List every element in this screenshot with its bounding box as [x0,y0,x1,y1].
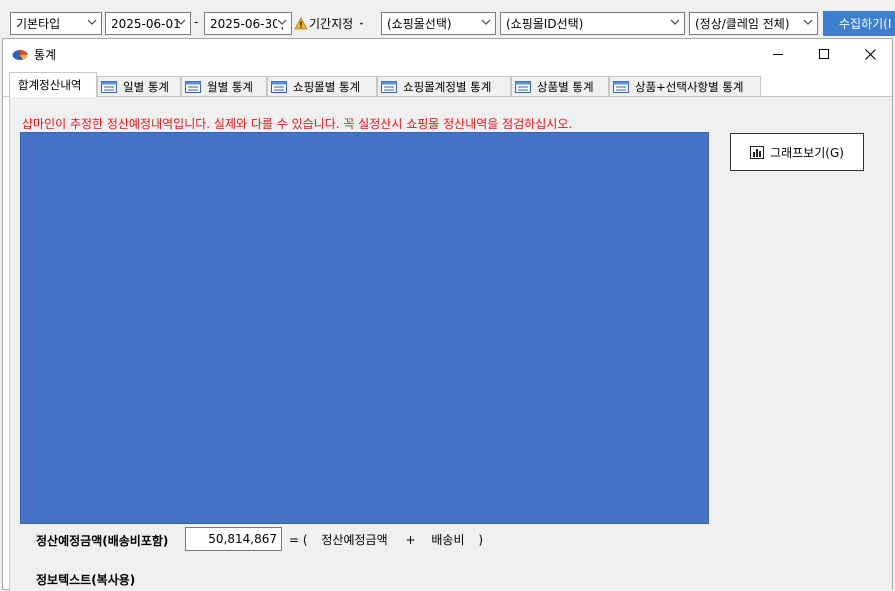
date-from-value: 2025-06-01 [111,16,181,31]
table-icon [613,80,629,93]
statistics-window: 통계 합계정산내역 일별 통계 월별 통계 쇼핑몰별 통계 쇼핑몰계정별 통계 … [2,38,893,591]
tab-total-settlement[interactable]: 합계정산내역 [9,72,97,97]
date-from-picker[interactable]: 2025-06-01 [105,12,191,35]
table-icon [515,80,531,93]
table-icon [101,80,117,93]
table-icon [271,80,287,93]
settlement-amount-label: 정산예정금액(배송비포함) [36,534,169,548]
period-select-button[interactable]: 기간지정 [294,12,364,35]
tab-mall-stats[interactable]: 쇼핑몰별 통계 [267,76,377,96]
date-to-value: 2025-06-30( [210,16,285,31]
settlement-display-area [20,132,709,524]
formula-term-settlement: 정산예정금액 [321,533,388,547]
warning-icon [294,17,308,30]
minimize-button[interactable] [755,39,801,69]
chevron-down-icon [670,17,680,27]
chevron-down-icon [87,17,97,27]
tab-label: 일별 통계 [123,79,169,94]
formula-term-shipping: 배송비 [431,533,465,547]
bar-chart-icon [750,145,765,159]
tab-daily-stats[interactable]: 일별 통계 [97,76,181,96]
settlement-warning-text: 샵마인이 추정한 정산예정내역입니다. 실제와 다를 수 있습니다. 꼭 실정산… [22,117,573,131]
chevron-down-icon [176,17,186,27]
formula-plus: + [405,533,416,547]
tab-product-option-stats[interactable]: 상품+선택사항별 통계 [609,76,761,96]
type-select[interactable]: 기본타입 [10,12,102,35]
graph-view-button[interactable]: 그래프보기(G) [730,133,864,171]
period-label: 기간지정 [309,17,354,31]
amount-formula: = ( 정산예정금액 + 배송비 ) [289,531,493,548]
close-icon [864,48,876,60]
chevron-down-icon [803,17,813,27]
minimize-icon [773,54,783,55]
tab-label: 쇼핑몰별 통계 [293,79,361,94]
mall-id-select-value: (쇼핑몰ID선택) [506,17,584,31]
title-bar: 통계 [3,39,892,69]
info-text-label: 정보텍스트(복사용) [36,573,136,587]
mall-id-select[interactable]: (쇼핑몰ID선택) [500,12,685,35]
tab-mall-account-stats[interactable]: 쇼핑몰계정별 통계 [377,76,511,96]
formula-open: = ( [289,533,308,547]
date-to-picker[interactable]: 2025-06-30( [204,12,292,35]
tab-label: 상품+선택사항별 통계 [635,79,744,94]
mall-select[interactable]: (쇼핑몰선택) [381,12,496,35]
graph-button-label: 그래프보기(G) [770,145,844,160]
status-select[interactable]: (정상/클레임 전체) [689,12,818,35]
collect-button[interactable]: 수집하기(I [823,11,895,36]
mall-select-value: (쇼핑몰선택) [387,17,452,31]
tab-label: 상품별 통계 [537,79,594,94]
tab-label: 월별 통계 [207,79,253,94]
close-button[interactable] [847,39,893,69]
tab-label: 쇼핑몰계정별 통계 [403,79,492,94]
dropdown-arrow-icon [359,22,364,25]
formula-close: ) [478,533,483,547]
maximize-icon [819,49,829,59]
pie-chart-icon [12,47,28,64]
date-separator: - [194,15,199,29]
tab-label: 합계정산내역 [18,78,82,92]
settlement-amount-field[interactable]: 50,814,867 [185,527,282,551]
type-select-value: 기본타입 [16,17,61,31]
tab-product-stats[interactable]: 상품별 통계 [511,76,609,96]
table-icon [185,80,201,93]
status-select-value: (정상/클레임 전체) [695,17,790,31]
maximize-button[interactable] [801,39,847,69]
window-title: 통계 [34,48,57,62]
filter-bar: 기본타입 2025-06-01 - 2025-06-30( 기간지정 (쇼핑몰선… [0,0,895,38]
tab-monthly-stats[interactable]: 월별 통계 [181,76,267,96]
chevron-down-icon [277,17,287,27]
table-icon [381,80,397,93]
chevron-down-icon [481,17,491,27]
tab-content-panel: 샵마인이 추정한 정산예정내역입니다. 실제와 다를 수 있습니다. 꼭 실정산… [9,97,892,591]
